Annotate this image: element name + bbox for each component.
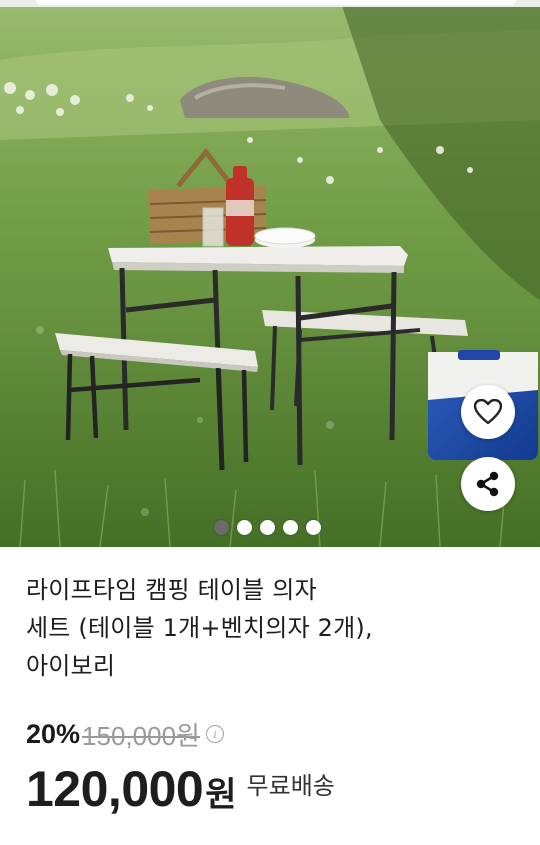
carousel-dot[interactable]: [260, 519, 275, 535]
heart-icon: [474, 399, 502, 425]
product-image-carousel[interactable]: [0, 0, 540, 547]
product-photo: [0, 0, 540, 547]
carousel-dot[interactable]: [283, 519, 298, 535]
product-title: 라이프타임 캠핑 테이블 의자 세트 (테이블 1개+벤치의자 2개), 아이보…: [26, 576, 373, 680]
discount-row: 20% 150,000원 i: [26, 716, 224, 752]
carousel-dot[interactable]: [237, 519, 252, 535]
share-button[interactable]: [461, 457, 515, 511]
sale-price: 120,000: [26, 761, 204, 817]
sale-price-row: 120,000 원 무료배송: [26, 760, 335, 824]
currency-unit: 원: [205, 775, 237, 815]
product-page: 라이프타임 캠핑 테이블 의자 세트 (테이블 1개+벤치의자 2개), 아이보…: [0, 0, 540, 845]
carousel-indicator[interactable]: [214, 519, 321, 535]
wishlist-button[interactable]: [461, 385, 515, 439]
carousel-dot[interactable]: [306, 519, 321, 535]
carousel-dot[interactable]: [214, 519, 229, 535]
share-icon: [476, 471, 499, 497]
top-frame: [0, 0, 540, 7]
original-price: 150,000원: [82, 720, 200, 751]
discount-rate: 20%: [26, 718, 81, 749]
shipping-label: 무료배송: [246, 772, 335, 800]
info-icon[interactable]: i: [205, 725, 224, 743]
